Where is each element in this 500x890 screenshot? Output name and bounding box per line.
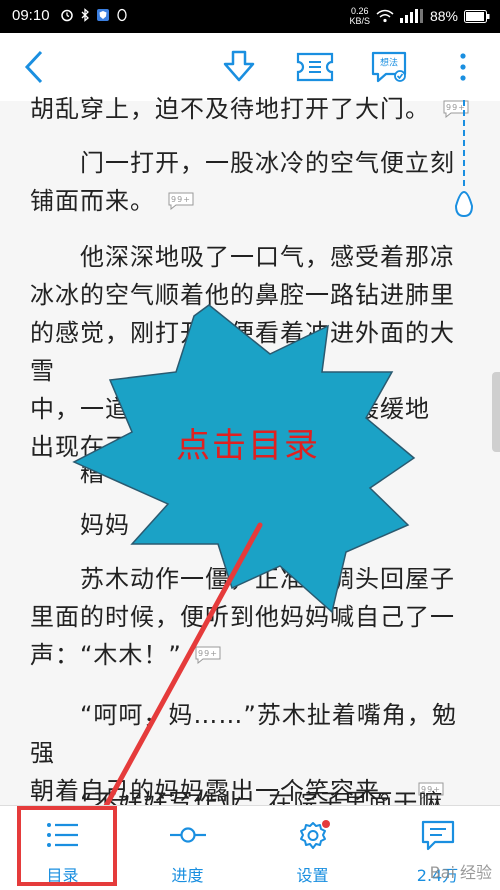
- comment-icon: [421, 820, 454, 851]
- settings-gear-icon: [299, 820, 330, 849]
- tab-label: 进度: [171, 866, 204, 885]
- tab-progress[interactable]: 进度: [125, 806, 250, 890]
- annotation-arrow: [82, 522, 263, 846]
- tab-label: 设置: [296, 866, 329, 885]
- watermark: Bai 经验: [429, 863, 492, 882]
- progress-slider-icon: [169, 827, 206, 843]
- tab-settings[interactable]: 设置: [250, 806, 375, 890]
- annotation-highlight-box: [17, 806, 117, 886]
- callout-text: 点击目录: [176, 426, 320, 466]
